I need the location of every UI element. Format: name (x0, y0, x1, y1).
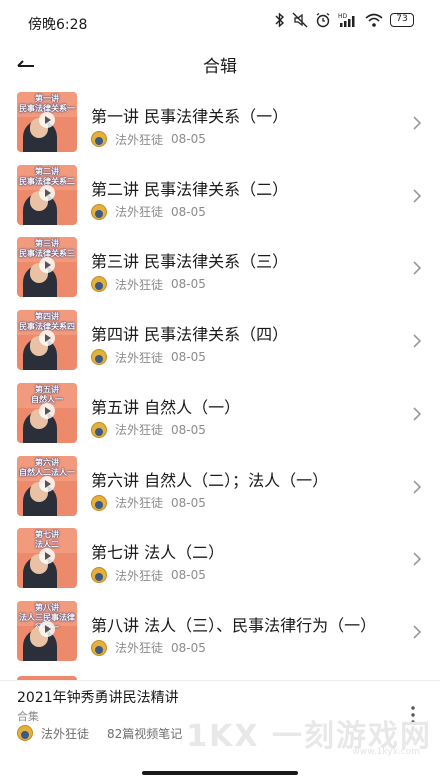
author-avatar (91, 639, 107, 656)
author-avatar (91, 421, 107, 438)
play-icon (39, 620, 55, 637)
episode-author: 法外狂徒 (115, 641, 164, 656)
video-thumbnail[interactable]: 第六讲 自然人二法人一 (17, 455, 77, 516)
list-item[interactable]: 第四讲 民事法律关系四 第四讲 民事法律关系（四） 法外狂徒 08-05 (0, 308, 440, 381)
chevron-right-icon (413, 552, 422, 566)
episode-title: 第一讲 民事法律关系（一） (91, 107, 289, 126)
episode-date: 08-05 (171, 277, 206, 292)
play-icon (39, 402, 55, 419)
episode-date: 08-05 (171, 350, 206, 365)
chevron-right-icon (413, 334, 422, 348)
episode-date: 08-05 (171, 204, 206, 219)
episode-title: 第五讲 自然人（一） (91, 397, 241, 417)
play-icon (39, 184, 55, 201)
episode-meta: 法外狂徒 08-05 (91, 203, 206, 221)
collection-count: 82篇视频笔记 (107, 726, 183, 741)
alarm-icon (316, 12, 330, 28)
episode-title: 第三讲 民事法律关系（三） (91, 252, 289, 272)
episode-author: 法外狂徒 (115, 132, 164, 147)
wifi-icon (365, 13, 383, 27)
list-item[interactable]: 第二讲 民事法律关系二 第二讲 民事法律关系（二） 法外狂徒 08-05 (0, 163, 440, 236)
thumbnail-caption: 第一讲 民事法律关系一 (19, 94, 75, 113)
author-avatar (91, 494, 107, 511)
hd-signal-icon: HD (338, 13, 355, 27)
collection-label: 合集 (17, 710, 39, 723)
episode-author: 法外狂徒 (115, 350, 164, 365)
list-item[interactable]: 第一讲 民事法律关系一 第一讲 民事法律关系（一） 法外狂徒 08-05 (0, 90, 440, 163)
svg-text:HD: HD (338, 13, 348, 20)
episode-title: 第七讲 法人（二） (91, 543, 225, 563)
author-avatar (91, 349, 107, 366)
status-icons: HD 73 (275, 12, 414, 28)
episode-meta: 法外狂徒 08-05 (91, 130, 206, 148)
list-item[interactable]: 第八讲 法人三民事法律行为一第八讲 法人（三）、民事法律行为（一） 法外狂徒 08-… (0, 599, 440, 672)
nav-bar: 合辑 (0, 44, 440, 84)
collection-title: 2021年钟秀勇讲民法精讲 (17, 690, 179, 706)
bluetooth-icon (275, 12, 285, 28)
collection-footer[interactable]: 2021年钟秀勇讲民法精讲 合集 法外狂徒 82篇视频笔记 1KX 一刻游戏网 … (0, 680, 440, 782)
author-avatar (91, 567, 107, 584)
video-thumbnail[interactable]: 第四讲 民事法律关系四 (17, 310, 77, 371)
episode-title: 第二讲 民事法律关系（二） (91, 179, 289, 199)
episode-meta: 法外狂徒 08-05 (91, 566, 206, 584)
episode-author: 法外狂徒 (115, 423, 164, 438)
episode-meta: 法外狂徒 08-05 (91, 494, 206, 512)
episode-author: 法外狂徒 (115, 496, 164, 510)
episode-meta: 法外狂徒 08-05 (91, 639, 206, 657)
thumbnail-caption: 第七讲 法人二 (35, 530, 59, 550)
video-thumbnail[interactable]: 第七讲 法人二 (17, 528, 77, 589)
play-icon (39, 330, 55, 347)
thumbnail-caption: 第五讲 自然人一 (31, 384, 63, 404)
author-avatar (91, 131, 107, 147)
home-indicator[interactable] (142, 771, 298, 775)
collection-author: 法外狂徒 (41, 726, 90, 741)
thumbnail-caption: 第四讲 民事法律关系四 (19, 312, 75, 332)
chevron-right-icon (413, 261, 422, 275)
collection-meta: 法外狂徒 82篇视频笔记 (17, 724, 182, 742)
play-icon (39, 475, 55, 492)
episode-title: 第八讲 法人（三）、民事法律行为（一） (91, 615, 377, 635)
episode-date: 08-05 (171, 568, 206, 583)
chevron-right-icon (413, 116, 422, 130)
video-thumbnail[interactable]: 第三讲 民事法律关系三 (17, 237, 77, 298)
list-item[interactable]: 第三讲 民事法律关系三 第三讲 民事法律关系（三） 法外狂徒 08-05 (0, 235, 440, 308)
status-time: 傍晚6:28 (28, 17, 88, 33)
episode-author: 法外狂徒 (115, 277, 164, 292)
chevron-right-icon (413, 407, 422, 421)
page-title: 合辑 (203, 57, 237, 77)
chevron-right-icon (413, 625, 422, 639)
video-thumbnail[interactable]: 第八讲 法人三民事法律行为一 (17, 600, 77, 661)
episode-meta: 法外狂徒 08-05 (91, 275, 206, 293)
list-item[interactable]: 第六讲 自然人二法人一 第六讲 自然人（二）；法人（一） 法外狂徒 08-05 (0, 454, 440, 527)
chevron-right-icon (413, 479, 422, 494)
episode-date: 08-05 (171, 495, 206, 510)
author-avatar (91, 276, 107, 293)
author-avatar (17, 725, 33, 741)
list-item[interactable]: 第七讲 法人二第七讲 法人（二） 法外狂徒 08-05 (0, 526, 440, 599)
mute-icon (292, 12, 308, 28)
episode-title: 第六讲 自然人（二）；法人（一） (91, 470, 329, 490)
thumbnail-caption: 第三讲 民事法律关系三 (19, 239, 75, 259)
author-avatar (91, 203, 107, 220)
thumbnail-caption: 第六讲 自然人二法人一 (19, 457, 75, 477)
episode-meta: 法外狂徒 08-05 (91, 421, 206, 439)
episode-title: 第四讲 民事法律关系（四） (91, 325, 289, 345)
video-thumbnail[interactable]: 第五讲 自然人一 (17, 382, 77, 443)
episode-date: 08-05 (171, 640, 206, 655)
chevron-right-icon (413, 189, 422, 203)
video-thumbnail[interactable]: 第二讲 民事法律关系二 (17, 164, 77, 225)
episode-date: 08-05 (171, 132, 206, 146)
play-icon (39, 112, 55, 128)
list-item[interactable]: 第五讲 自然人一第五讲 自然人（一） 法外狂徒 08-05 (0, 381, 440, 454)
episode-author: 法外狂徒 (115, 205, 164, 220)
video-thumbnail[interactable]: 第一讲 民事法律关系一 (17, 92, 77, 152)
status-bar: 傍晚6:28 HD 73 (0, 0, 440, 44)
episode-date: 08-05 (171, 422, 206, 437)
watermark-url: www.1kyx.com (352, 747, 420, 757)
episode-author: 法外狂徒 (115, 568, 164, 583)
battery-icon: 73 (390, 13, 414, 27)
episode-meta: 法外狂徒 08-05 (91, 348, 206, 366)
thumbnail-caption: 第二讲 民事法律关系二 (19, 166, 75, 186)
